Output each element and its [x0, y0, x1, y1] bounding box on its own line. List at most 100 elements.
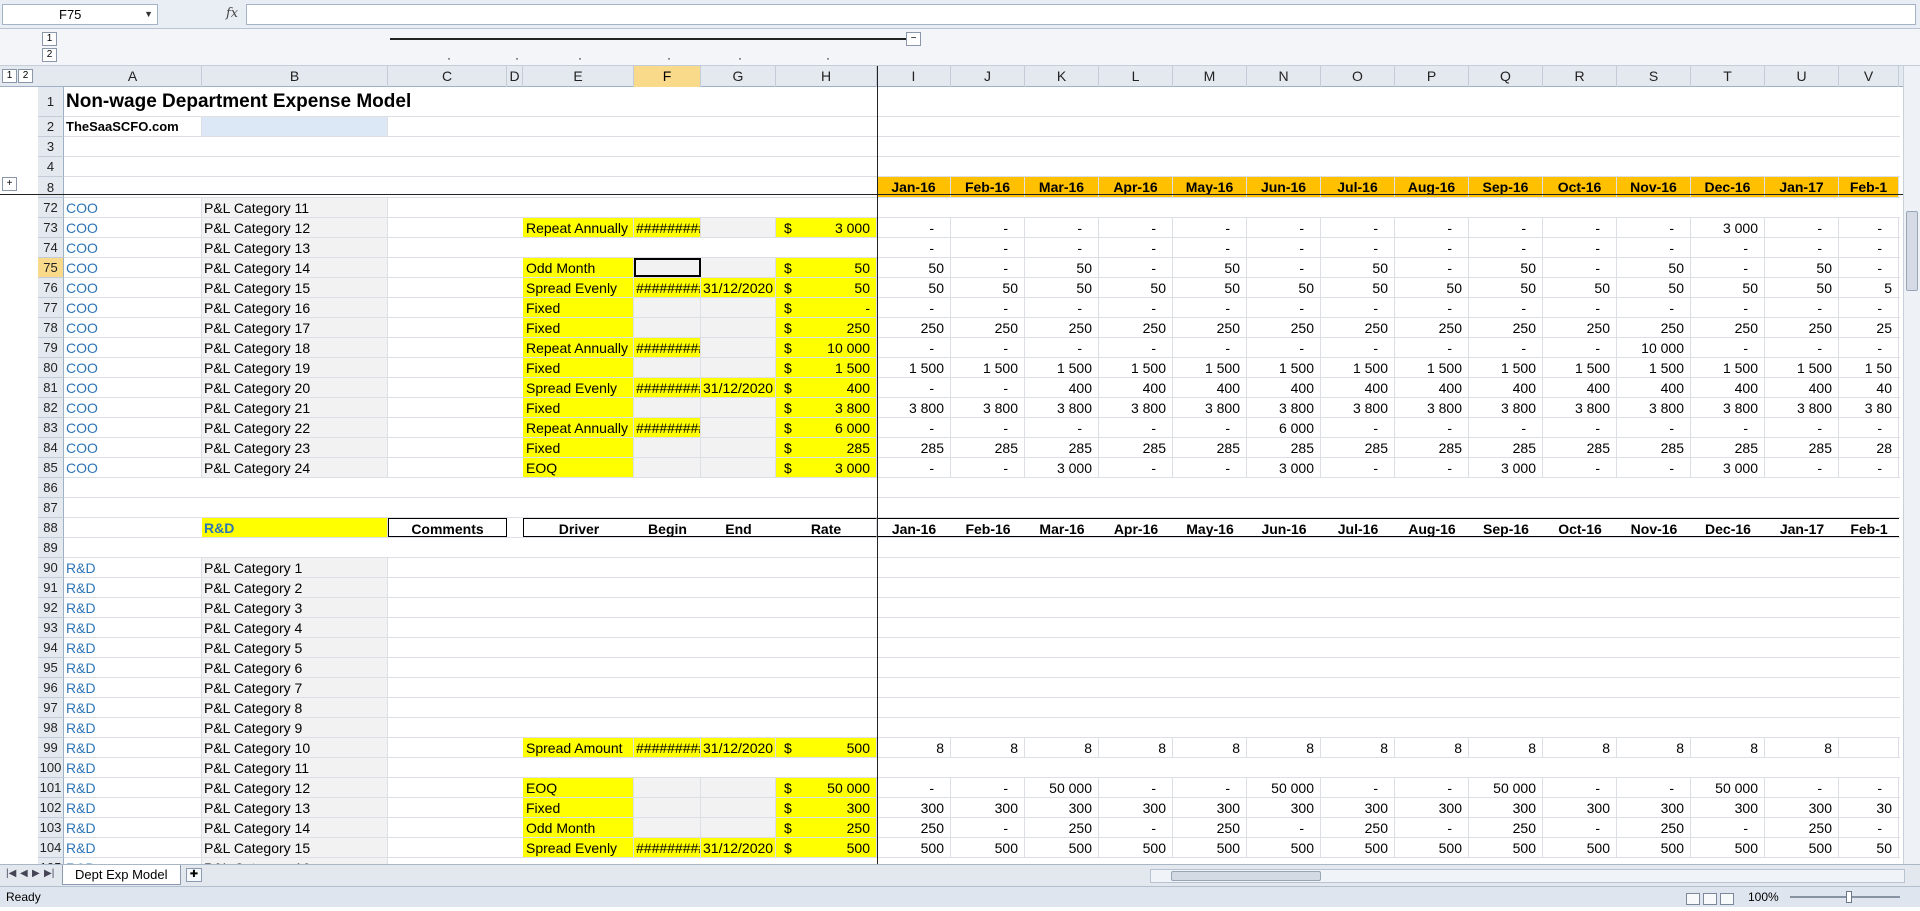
month-value-cell[interactable]: 250: [1765, 818, 1839, 837]
formula-input[interactable]: [246, 4, 1916, 25]
month-value-cell[interactable]: 3 000: [1469, 458, 1543, 477]
month-value-cell[interactable]: 3 800: [1025, 398, 1099, 417]
row-header-103[interactable]: 103: [38, 818, 64, 838]
month-value-cell[interactable]: 285: [1321, 438, 1395, 457]
month-value-cell[interactable]: 50: [1099, 278, 1173, 297]
category-cell[interactable]: P&L Category 15: [202, 838, 388, 857]
month-value-cell[interactable]: 1 500: [1691, 358, 1765, 377]
chevron-down-icon[interactable]: ▼: [144, 5, 153, 24]
month-value-cell[interactable]: 500: [1025, 838, 1099, 857]
rate-cell[interactable]: 300 $: [776, 798, 877, 817]
end-cell[interactable]: [701, 398, 776, 417]
rate-cell[interactable]: 6 000 $: [776, 418, 877, 437]
dept-cell[interactable]: COO: [64, 358, 202, 377]
month-value-cell[interactable]: 3 800: [1469, 398, 1543, 417]
row-header-101[interactable]: 101: [38, 778, 64, 798]
month-header-13[interactable]: Feb-1: [1839, 518, 1899, 537]
month-value-cell[interactable]: -: [951, 778, 1025, 797]
begin-cell[interactable]: ##########: [634, 278, 701, 297]
month-value-cell[interactable]: 400: [1247, 378, 1321, 397]
sheet-tab-dept-exp-model[interactable]: Dept Exp Model: [62, 865, 181, 885]
month-value-cell[interactable]: 500: [951, 838, 1025, 857]
dept-cell[interactable]: COO: [64, 238, 202, 257]
month-value-cell[interactable]: 1 500: [1025, 358, 1099, 377]
driver-cell[interactable]: Fixed: [523, 798, 634, 817]
month-value-cell[interactable]: -: [1839, 238, 1899, 257]
month-value-cell[interactable]: -: [1839, 218, 1899, 237]
row-header-85[interactable]: 85: [38, 458, 64, 478]
month-value-cell[interactable]: 8: [1395, 738, 1469, 757]
month-value-cell[interactable]: -: [1765, 418, 1839, 437]
end-cell[interactable]: [701, 798, 776, 817]
month-value-cell[interactable]: -: [1839, 418, 1899, 437]
month-value-cell[interactable]: -: [951, 458, 1025, 477]
dept-cell[interactable]: R&D: [64, 658, 202, 677]
begin-cell[interactable]: [634, 438, 701, 457]
month-value-cell[interactable]: 250: [1173, 318, 1247, 337]
month-value-cell[interactable]: -: [1247, 218, 1321, 237]
month-header-2[interactable]: Mar-16: [1025, 518, 1099, 537]
month-value-cell[interactable]: -: [1173, 238, 1247, 257]
month-value-cell[interactable]: 285: [1025, 438, 1099, 457]
month-value-cell[interactable]: 250: [1617, 818, 1691, 837]
month-value-cell[interactable]: 1 500: [1321, 358, 1395, 377]
category-cell[interactable]: P&L Category 1: [202, 558, 388, 577]
column-header-e[interactable]: E: [523, 66, 634, 87]
row-header-84[interactable]: 84: [38, 438, 64, 458]
month-value-cell[interactable]: 400: [1173, 378, 1247, 397]
end-cell[interactable]: [701, 778, 776, 797]
month-header-11[interactable]: Dec-16: [1691, 518, 1765, 537]
month-value-cell[interactable]: 400: [1543, 378, 1617, 397]
dept-cell[interactable]: R&D: [64, 818, 202, 837]
month-value-cell[interactable]: -: [1395, 458, 1469, 477]
rate-cell[interactable]: 500 $: [776, 738, 877, 757]
month-value-cell[interactable]: -: [1173, 338, 1247, 357]
month-header-1[interactable]: Feb-16: [951, 518, 1025, 537]
horizontal-scrollbar[interactable]: [1150, 869, 1905, 883]
month-value-cell[interactable]: 400: [1321, 378, 1395, 397]
month-value-cell[interactable]: -: [1765, 458, 1839, 477]
month-value-cell[interactable]: 50: [1765, 278, 1839, 297]
month-value-cell[interactable]: -: [1543, 778, 1617, 797]
header-driver[interactable]: Driver: [523, 518, 634, 537]
month-value-cell[interactable]: -: [1395, 418, 1469, 437]
end-cell[interactable]: [701, 818, 776, 837]
spreadsheet-grid[interactable]: Non-wage Department Expense Model TheSaaS…: [64, 87, 1900, 864]
month-value-cell[interactable]: 500: [1617, 838, 1691, 857]
month-value-cell[interactable]: 3 800: [1543, 398, 1617, 417]
month-value-cell[interactable]: -: [1247, 238, 1321, 257]
column-header-r[interactable]: R: [1543, 66, 1617, 87]
month-value-cell[interactable]: -: [1765, 338, 1839, 357]
month-value-cell[interactable]: 1 500: [1543, 358, 1617, 377]
driver-cell[interactable]: Fixed: [523, 398, 634, 417]
month-value-cell[interactable]: 250: [877, 818, 951, 837]
category-cell[interactable]: P&L Category 10: [202, 738, 388, 757]
header-rate[interactable]: Rate: [776, 518, 877, 537]
month-value-cell[interactable]: -: [1395, 778, 1469, 797]
month-value-cell[interactable]: 25: [1839, 318, 1899, 337]
driver-cell[interactable]: EOQ: [523, 458, 634, 477]
month-value-cell[interactable]: -: [1173, 298, 1247, 317]
dept-cell[interactable]: COO: [64, 218, 202, 237]
row-header-98[interactable]: 98: [38, 718, 64, 738]
month-value-cell[interactable]: 250: [1469, 318, 1543, 337]
month-value-cell[interactable]: 3 80: [1839, 398, 1899, 417]
driver-cell[interactable]: Repeat Annually: [523, 218, 634, 237]
month-value-cell[interactable]: -: [1543, 258, 1617, 277]
rate-cell[interactable]: 285 $: [776, 438, 877, 457]
month-value-cell[interactable]: 285: [1543, 438, 1617, 457]
column-header-s[interactable]: S: [1617, 66, 1691, 87]
section-header-dept[interactable]: R&D: [202, 518, 388, 537]
month-value-cell[interactable]: -: [951, 218, 1025, 237]
month-value-cell[interactable]: -: [1099, 258, 1173, 277]
zoom-slider[interactable]: [1790, 896, 1900, 898]
month-value-cell[interactable]: 300: [1099, 798, 1173, 817]
month-value-cell[interactable]: 3 800: [1395, 398, 1469, 417]
dept-cell[interactable]: COO: [64, 418, 202, 437]
month-value-cell[interactable]: 50: [1839, 838, 1899, 857]
row-header-76[interactable]: 76: [38, 278, 64, 298]
month-value-cell[interactable]: 300: [1395, 798, 1469, 817]
month-value-cell[interactable]: -: [951, 418, 1025, 437]
outline-expand-button[interactable]: +: [2, 177, 17, 191]
month-value-cell[interactable]: -: [1321, 238, 1395, 257]
